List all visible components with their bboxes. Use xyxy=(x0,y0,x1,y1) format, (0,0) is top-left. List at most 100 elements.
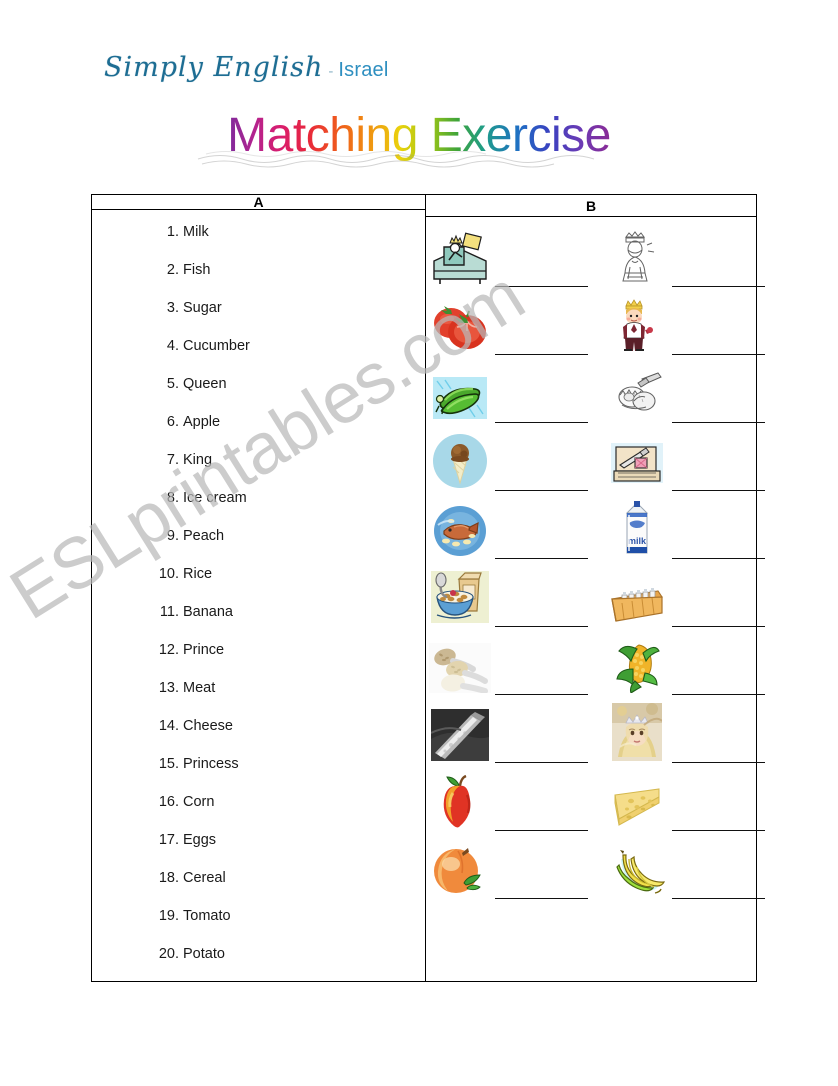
answer-blank-line[interactable] xyxy=(495,898,588,899)
picture-row xyxy=(426,835,765,903)
picture-answer-cell xyxy=(606,767,765,835)
answer-blank-line[interactable] xyxy=(672,422,765,423)
answer-blank-line[interactable] xyxy=(672,626,765,627)
list-item: 6. Apple xyxy=(92,414,425,452)
list-item: 8. Ice cream xyxy=(92,490,425,528)
corn-cob-icon xyxy=(606,635,668,693)
list-item-word: Eggs xyxy=(183,832,217,848)
picture-answer-cell: milk xyxy=(606,495,765,563)
peach-icon xyxy=(429,839,491,897)
list-item: 13. Meat xyxy=(92,680,425,718)
logo-country-text: Israel xyxy=(338,59,389,81)
list-item-word: Princess xyxy=(183,756,239,772)
picture-answer-cell xyxy=(606,631,765,699)
answer-blank-line[interactable] xyxy=(495,626,588,627)
list-item: 16. Corn xyxy=(92,794,425,832)
answer-blank-line[interactable] xyxy=(672,694,765,695)
picture-row xyxy=(426,767,765,835)
list-item: 4. Cucumber xyxy=(92,338,425,376)
list-item-word: Cheese xyxy=(183,718,233,734)
milk-bottle-crate-icon xyxy=(606,567,668,625)
picture-answer-cell xyxy=(429,359,588,427)
picture-answer-cell xyxy=(429,427,588,495)
picture-answer-cell xyxy=(606,359,765,427)
apple-icon xyxy=(429,771,491,829)
list-item: 2. Fish xyxy=(92,262,425,300)
picture-answer-cell xyxy=(429,495,588,563)
list-item-number: 7. xyxy=(166,452,179,468)
answer-blank-line[interactable] xyxy=(672,762,765,763)
picture-answer-cell xyxy=(606,563,765,631)
cracked-eggs-icon xyxy=(606,363,668,421)
logo-brand-text: Simply English xyxy=(104,52,324,83)
list-item-number: 18. xyxy=(158,870,179,886)
list-item-word: Peach xyxy=(183,528,225,544)
answer-blank-line[interactable] xyxy=(495,490,588,491)
meat-grill-icon xyxy=(429,703,491,761)
picture-answer-cell xyxy=(429,631,588,699)
list-item-number: 8. xyxy=(166,490,179,506)
list-item-word: Banana xyxy=(183,604,233,620)
picture-row: milk xyxy=(426,495,765,563)
picture-answer-cell xyxy=(606,427,765,495)
banana-bunch-icon xyxy=(606,839,668,897)
answer-blank-line[interactable] xyxy=(672,286,765,287)
title-flourish-decoration xyxy=(197,151,595,168)
answer-blank-line[interactable] xyxy=(495,762,588,763)
answer-blank-line[interactable] xyxy=(495,694,588,695)
list-item: 20. Potato xyxy=(92,946,425,984)
answer-blank-line[interactable] xyxy=(495,354,588,355)
list-item-word: Apple xyxy=(183,414,221,430)
answer-blank-line[interactable] xyxy=(495,422,588,423)
picture-row xyxy=(426,359,765,427)
list-item-word: Ice cream xyxy=(183,490,247,506)
answer-blank-line[interactable] xyxy=(672,558,765,559)
answer-blank-line[interactable] xyxy=(672,830,765,831)
site-logo: Simply English - Israel xyxy=(104,52,389,83)
princess-girl-icon xyxy=(606,703,668,761)
list-item-number: 20. xyxy=(158,946,179,962)
picture-row xyxy=(426,699,765,767)
picture-answer-cell xyxy=(429,699,588,767)
picture-row xyxy=(426,563,765,631)
picture-answer-cell xyxy=(606,223,765,291)
list-item-word: King xyxy=(183,452,213,468)
list-item: 14. Cheese xyxy=(92,718,425,756)
list-item-word: Milk xyxy=(183,224,209,240)
list-item-number: 1. xyxy=(166,224,179,240)
list-item-number: 10. xyxy=(158,566,179,582)
prince-icon xyxy=(606,295,668,353)
list-item-word: Tomato xyxy=(183,908,231,924)
column-b-header: B xyxy=(426,195,756,217)
matching-exercise-table: A 1. Milk 2. Fish 3. Sugar 4. Cucumber 5. Queen 6.… xyxy=(91,194,765,984)
cucumber-icon xyxy=(429,363,491,421)
picture-answer-cell xyxy=(429,291,588,359)
list-item: 7. King xyxy=(92,452,425,490)
answer-blank-line[interactable] xyxy=(495,558,588,559)
answer-blank-line[interactable] xyxy=(495,830,588,831)
list-item-number: 12. xyxy=(158,642,179,658)
fish-dish-icon xyxy=(429,499,491,557)
sugar-packet-icon xyxy=(606,431,668,489)
list-item-number: 14. xyxy=(158,718,179,734)
cereal-bowl-icon xyxy=(429,567,491,625)
list-item-number: 5. xyxy=(166,376,179,392)
list-item-number: 13. xyxy=(158,680,179,696)
answer-blank-line[interactable] xyxy=(672,354,765,355)
list-item: 18. Cereal xyxy=(92,870,425,908)
list-item: 9. Peach xyxy=(92,528,425,566)
list-item-word: Corn xyxy=(183,794,215,810)
answer-blank-line[interactable] xyxy=(495,286,588,287)
list-item: 17. Eggs xyxy=(92,832,425,870)
picture-answer-cell xyxy=(429,563,588,631)
list-item: 11. Banana xyxy=(92,604,425,642)
list-item-word: Potato xyxy=(183,946,225,962)
picture-row xyxy=(426,291,765,359)
answer-blank-line[interactable] xyxy=(672,898,765,899)
svg-text:milk: milk xyxy=(628,536,647,546)
list-item: 5. Queen xyxy=(92,376,425,414)
picture-answer-cell xyxy=(606,291,765,359)
ice-cream-cone-icon xyxy=(429,431,491,489)
list-item-number: 17. xyxy=(158,832,179,848)
answer-blank-line[interactable] xyxy=(672,490,765,491)
